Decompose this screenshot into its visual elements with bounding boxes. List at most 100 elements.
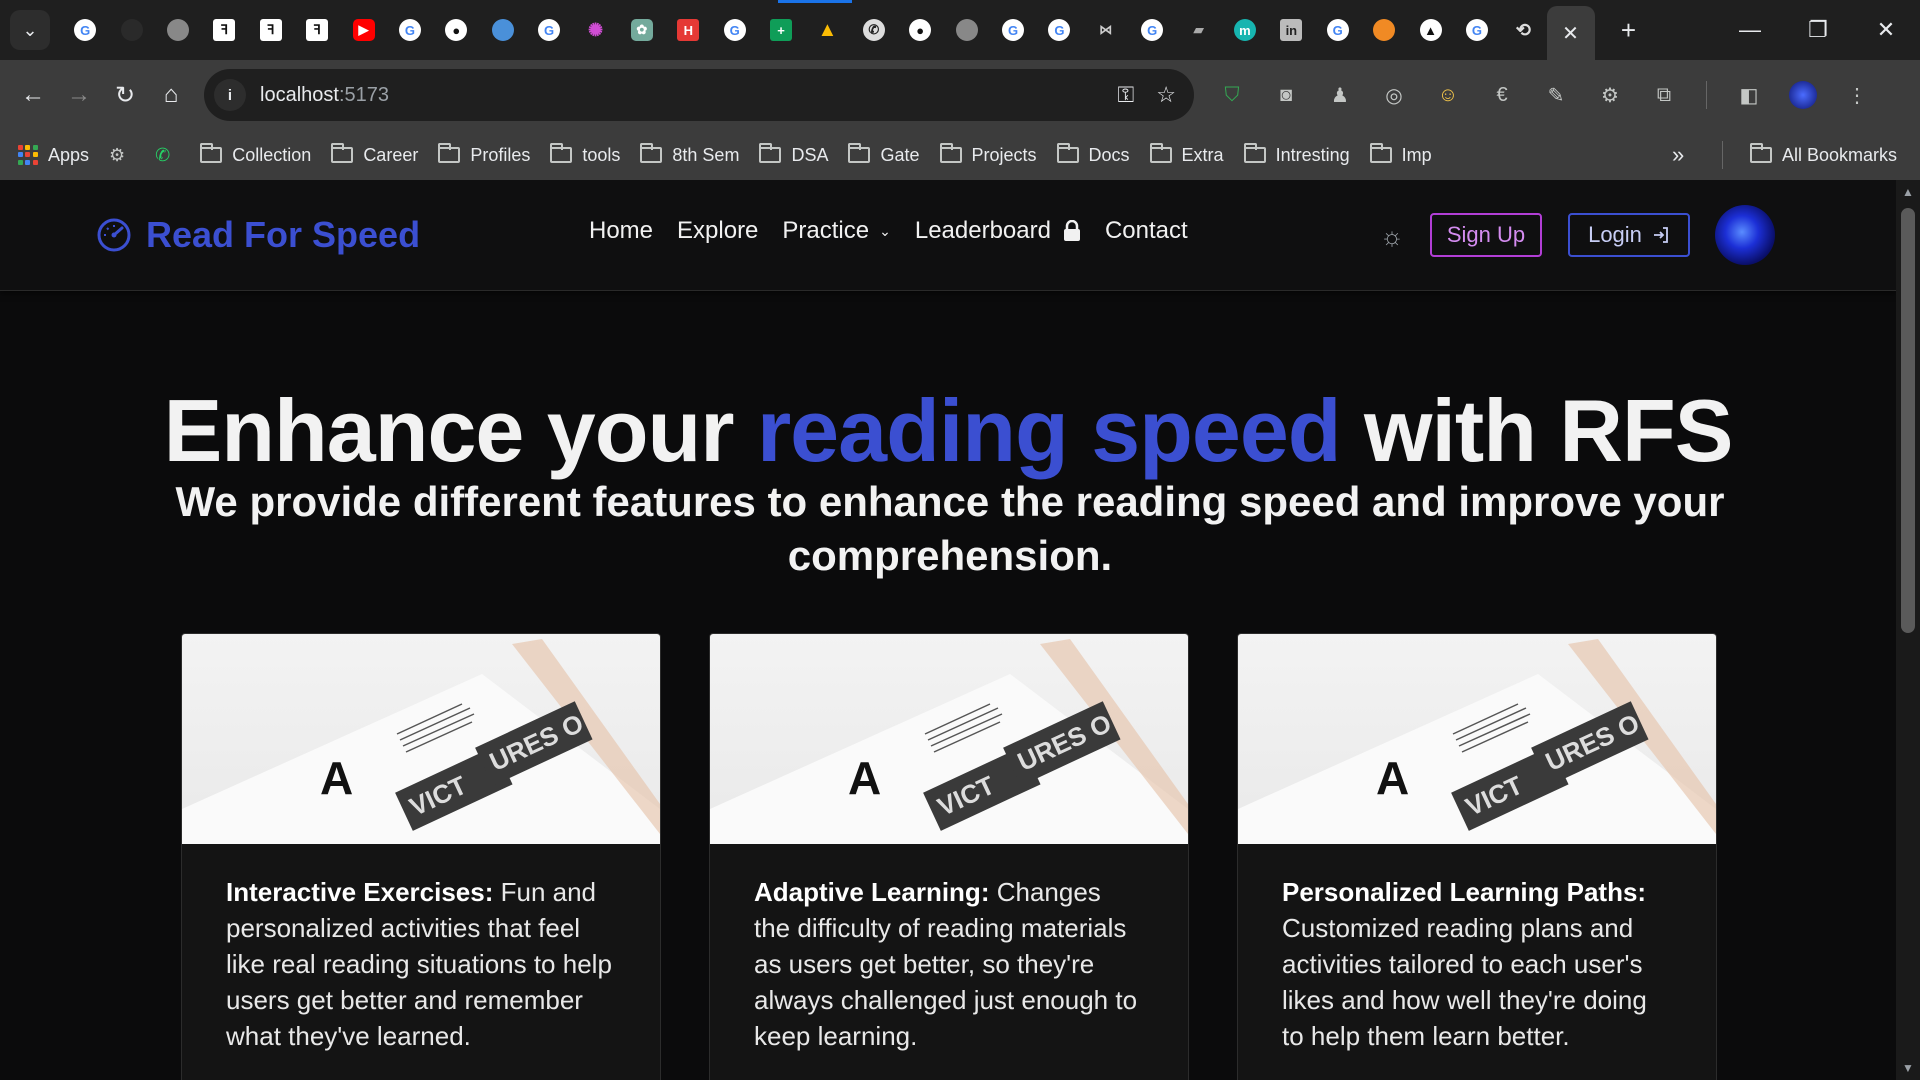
robot-extension-icon[interactable]: ☺ — [1432, 79, 1464, 111]
login-button[interactable]: Login — [1568, 213, 1690, 257]
feature-card-text: Adaptive Learning: Changes the difficult… — [710, 844, 1188, 1080]
tab[interactable]: ⟲ — [1500, 8, 1546, 52]
side-panel-icon[interactable]: ◧ — [1733, 79, 1765, 111]
reload-button[interactable]: ↻ — [102, 72, 148, 118]
google-icon: G — [1326, 19, 1349, 41]
back-button[interactable]: ← — [10, 72, 56, 118]
tab[interactable]: ꟻ — [294, 8, 340, 52]
close-window-button[interactable]: ✕ — [1852, 0, 1920, 60]
scroll-up-arrow-icon[interactable]: ▲ — [1896, 182, 1920, 202]
tab[interactable]: ꟻ — [201, 8, 247, 52]
tab[interactable]: m — [1222, 8, 1268, 52]
tab[interactable]: ✆ — [851, 8, 897, 52]
tab[interactable]: in — [1268, 8, 1314, 52]
tab[interactable]: G — [1454, 8, 1500, 52]
tab[interactable]: ✿ — [619, 8, 665, 52]
bookmark-whatsapp[interactable]: ✆ — [145, 137, 190, 173]
globe-icon — [955, 19, 978, 41]
new-tab-button[interactable]: + — [1609, 10, 1649, 50]
forward-button[interactable]: → — [56, 72, 102, 118]
nav-practice[interactable]: Practice ⌄ — [782, 217, 890, 245]
tab[interactable]: ▲ — [1407, 8, 1453, 52]
bookmark-folder-8th-sem[interactable]: 8th Sem — [630, 137, 749, 173]
figure-extension-icon[interactable]: ♟ — [1324, 79, 1356, 111]
tab[interactable] — [943, 8, 989, 52]
window-controls: — ❐ ✕ — [1716, 0, 1920, 60]
target-extension-icon[interactable]: ◎ — [1378, 79, 1410, 111]
bookmark-settings[interactable]: ⚙ — [99, 137, 145, 173]
tab[interactable]: ● — [897, 8, 943, 52]
tab[interactable]: G — [387, 8, 433, 52]
bookmark-folder-dsa[interactable]: DSA — [749, 137, 838, 173]
signup-button[interactable]: Sign Up — [1430, 213, 1542, 257]
eyedropper-extension-icon[interactable]: ✎ — [1540, 79, 1572, 111]
nav-contact[interactable]: Contact — [1105, 217, 1188, 245]
bookmark-folder-intresting[interactable]: Intresting — [1234, 137, 1360, 173]
tab[interactable]: G — [62, 8, 108, 52]
bookmark-star-icon[interactable]: ☆ — [1156, 82, 1176, 108]
shield-extension-icon[interactable]: ⛉ — [1216, 79, 1248, 111]
tab[interactable]: ✺ — [572, 8, 618, 52]
tab[interactable]: H — [665, 8, 711, 52]
menu-kebab-icon[interactable]: ⋮ — [1841, 79, 1873, 111]
brand-name: Read For Speed — [146, 214, 421, 255]
tab[interactable]: G — [526, 8, 572, 52]
bookmark-folder-extra[interactable]: Extra — [1140, 137, 1234, 173]
tab[interactable] — [1361, 8, 1407, 52]
brand-logo[interactable]: Read For Speed — [96, 214, 420, 256]
tab[interactable] — [155, 8, 201, 52]
tab[interactable]: ● — [433, 8, 479, 52]
tab[interactable]: ⋈ — [1083, 8, 1129, 52]
google-icon: G — [1141, 19, 1164, 41]
user-avatar[interactable] — [1715, 205, 1775, 265]
tab[interactable]: G — [1129, 8, 1175, 52]
tab[interactable] — [108, 8, 154, 52]
bookmark-folder-profiles[interactable]: Profiles — [428, 137, 540, 173]
home-button[interactable]: ⌂ — [148, 72, 194, 118]
bookmark-folder-tools[interactable]: tools — [540, 137, 630, 173]
sun-icon[interactable]: ☼ — [1378, 221, 1406, 251]
google-icon: G — [1048, 19, 1071, 41]
bookmarks-overflow-chevron-icon[interactable]: » — [1672, 130, 1684, 180]
nav-explore[interactable]: Explore — [677, 217, 758, 245]
bookmark-folder-imp[interactable]: Imp — [1360, 137, 1442, 173]
tab-active[interactable]: ✕ — [1546, 6, 1595, 60]
bookmark-folder-gate[interactable]: Gate — [838, 137, 929, 173]
tab[interactable]: ▶ — [340, 8, 386, 52]
page-scrollbar[interactable]: ▲ ▼ — [1896, 180, 1920, 1080]
folder-icon — [438, 143, 461, 163]
minimize-button[interactable]: — — [1716, 0, 1784, 60]
profile-avatar-icon[interactable] — [1787, 79, 1819, 111]
restore-button[interactable]: ❐ — [1784, 0, 1852, 60]
tab[interactable]: G — [711, 8, 757, 52]
bookmark-folder-career[interactable]: Career — [321, 137, 428, 173]
tab[interactable]: G — [990, 8, 1036, 52]
tab-search-button[interactable]: ⌄ — [10, 10, 50, 50]
tab[interactable]: + — [758, 8, 804, 52]
password-key-icon[interactable]: ⚿ — [1118, 82, 1135, 108]
all-bookmarks-button[interactable]: All Bookmarks — [1740, 137, 1907, 173]
tab[interactable]: G — [1315, 8, 1361, 52]
puzzle-extensions-icon[interactable]: ⧉ — [1648, 79, 1680, 111]
nav-home[interactable]: Home — [589, 217, 653, 245]
tab[interactable] — [480, 8, 526, 52]
scroll-down-arrow-icon[interactable]: ▼ — [1896, 1058, 1920, 1078]
tab[interactable]: G — [1036, 8, 1082, 52]
bookmark-folder-collection[interactable]: Collection — [190, 137, 321, 173]
bookmark-label: Docs — [1088, 144, 1130, 165]
nav-leaderboard[interactable]: Leaderboard — [915, 217, 1081, 245]
address-bar[interactable]: i localhost:5173 ⚿ ☆ — [204, 69, 1194, 121]
camera-extension-icon[interactable]: ◙ — [1270, 79, 1302, 111]
close-tab-icon[interactable]: ✕ — [1562, 21, 1579, 46]
tab[interactable]: ▰ — [1175, 8, 1221, 52]
tab[interactable]: ꟻ — [248, 8, 294, 52]
settings-extension-icon[interactable]: ⚙ — [1594, 79, 1626, 111]
scrollbar-thumb[interactable] — [1901, 208, 1915, 633]
url-text[interactable]: localhost:5173 — [260, 84, 389, 107]
bookmark-folder-docs[interactable]: Docs — [1047, 137, 1140, 173]
site-info-icon[interactable]: i — [214, 79, 246, 111]
tab[interactable]: ▲ — [804, 8, 850, 52]
bookmark-apps[interactable]: Apps — [8, 137, 99, 173]
code-extension-icon[interactable]: € — [1486, 79, 1518, 111]
bookmark-folder-projects[interactable]: Projects — [930, 137, 1047, 173]
